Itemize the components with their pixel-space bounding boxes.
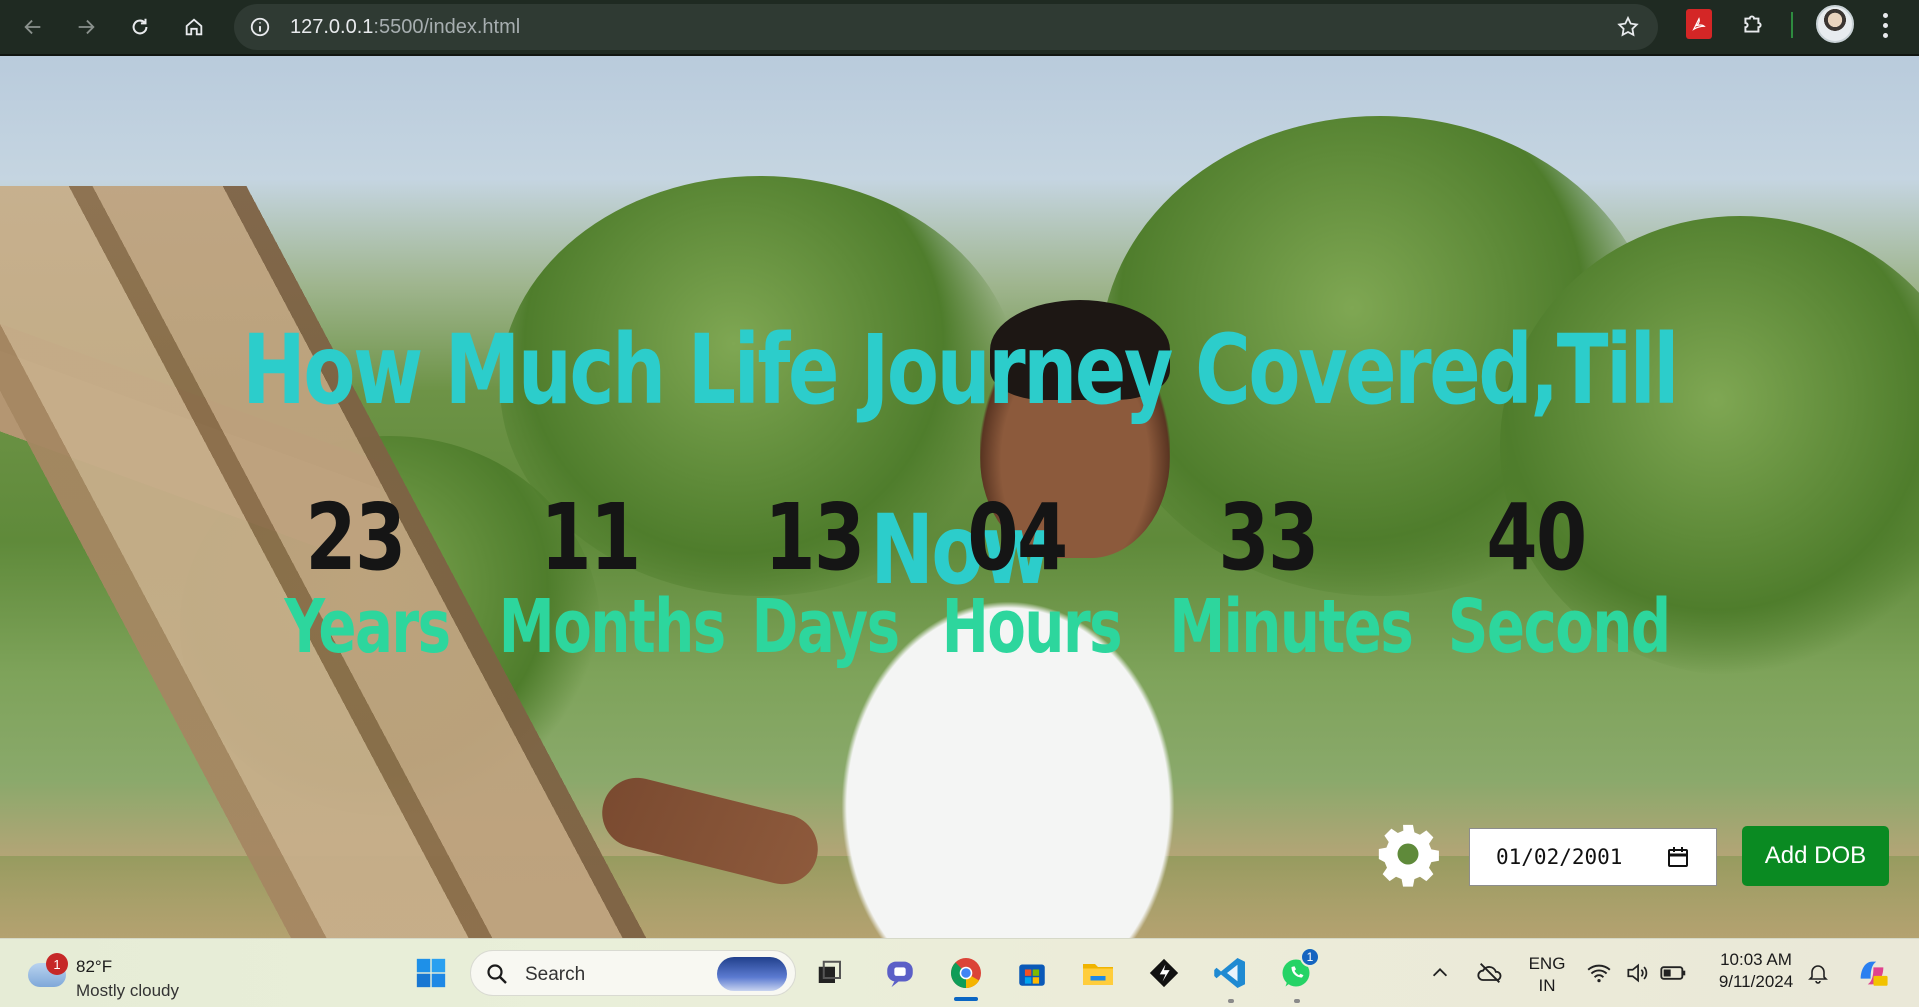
counter-minutes: 33 Minutes (1138, 484, 1414, 670)
notification-bell-icon[interactable] (1800, 951, 1836, 995)
region-code: IN (1538, 976, 1556, 995)
dev-tool-icon[interactable] (1142, 951, 1186, 995)
weather-badge: 1 (46, 953, 68, 975)
bookmark-star-icon[interactable] (1614, 13, 1642, 41)
url-text[interactable]: 127.0.0.1:5500/index.html (290, 16, 520, 39)
extensions-puzzle-icon[interactable] (1738, 9, 1768, 39)
counter-hours: 04 Hours (918, 484, 1123, 670)
weather-widget[interactable]: 1 82°F Mostly cloudy (22, 945, 202, 1003)
clock[interactable]: 10:03 AM 9/11/2024 (1706, 949, 1806, 993)
taskbar-search[interactable]: Search (470, 950, 796, 996)
back-icon (24, 19, 41, 35)
copilot-icon[interactable] (1850, 951, 1894, 995)
browser-toolbar: 127.0.0.1:5500/index.html (0, 0, 1919, 56)
search-icon (487, 964, 507, 984)
days-value: 13 (764, 484, 865, 591)
file-explorer-icon[interactable] (1076, 951, 1120, 995)
settings-gear-icon[interactable] (1372, 818, 1444, 890)
whatsapp-open-indicator (1294, 999, 1300, 1003)
profile-avatar[interactable] (1816, 5, 1854, 43)
home-button[interactable] (175, 8, 213, 46)
menu-kebab-icon[interactable] (1878, 10, 1892, 40)
teams-chat-icon[interactable] (878, 951, 922, 995)
chrome-icon[interactable] (944, 951, 988, 995)
task-view-icon[interactable] (808, 951, 852, 995)
home-icon (185, 18, 203, 36)
minutes-label: Minutes (1169, 584, 1414, 670)
toolbar-divider (1791, 12, 1793, 38)
search-placeholder: Search (525, 964, 586, 985)
hours-value: 04 (967, 484, 1068, 591)
forward-icon (78, 19, 95, 35)
page-title: How Much Life Journey Covered,Till Now (242, 314, 1679, 606)
months-label: Months (498, 584, 726, 670)
months-value: 11 (540, 484, 641, 591)
clock-date: 9/11/2024 (1718, 972, 1794, 991)
days-label: Days (751, 584, 900, 670)
seconds-label: Second (1447, 584, 1671, 670)
weather-temp: 82°F (76, 957, 113, 976)
volume-icon[interactable] (1620, 951, 1654, 995)
whatsapp-badge: 1 (1300, 947, 1320, 967)
onedrive-offline-icon[interactable] (1468, 951, 1512, 995)
vscode-icon[interactable] (1208, 951, 1252, 995)
url-host: 127.0.0.1 (290, 16, 374, 38)
chevron-up-icon[interactable] (1418, 951, 1462, 995)
language-indicator[interactable]: ENG IN (1526, 953, 1568, 997)
address-bar[interactable]: 127.0.0.1:5500/index.html (234, 4, 1658, 50)
vscode-open-indicator (1228, 999, 1234, 1003)
wifi-icon[interactable] (1582, 951, 1616, 995)
search-highlight-image (717, 957, 787, 991)
url-path: :5500/index.html (373, 16, 521, 38)
microsoft-store-icon[interactable] (1010, 951, 1054, 995)
years-label: Years (284, 584, 451, 670)
windows-start-icon[interactable] (409, 951, 453, 995)
windows-taskbar: 1 82°F Mostly cloudy Search 1 ENG IN 10:… (0, 938, 1919, 1007)
counter-days: 13 Days (732, 484, 900, 670)
dob-value: 01/02/2001 (1496, 845, 1623, 869)
battery-icon[interactable] (1656, 951, 1690, 995)
counter-months: 11 Months (470, 484, 726, 670)
site-info-icon[interactable] (246, 13, 274, 41)
language-code: ENG (1528, 954, 1566, 973)
chrome-active-indicator (954, 997, 978, 1001)
add-dob-button[interactable]: Add DOB (1742, 826, 1889, 886)
minutes-value: 33 (1218, 484, 1319, 591)
counter-seconds: 40 Second (1420, 484, 1671, 670)
back-button[interactable] (14, 8, 52, 46)
reload-icon (132, 18, 148, 35)
counter-years: 23 Years (262, 484, 451, 670)
forward-button[interactable] (67, 8, 105, 46)
reload-button[interactable] (121, 8, 159, 46)
seconds-value: 40 (1486, 484, 1587, 591)
dob-date-input[interactable]: 01/02/2001 (1469, 828, 1717, 886)
calendar-icon[interactable] (1666, 845, 1690, 869)
hours-label: Hours (941, 584, 1123, 670)
pdf-extension-icon[interactable] (1686, 9, 1712, 39)
weather-condition: Mostly cloudy (76, 981, 179, 1000)
years-value: 23 (305, 484, 406, 591)
clock-time: 10:03 AM (1720, 950, 1792, 969)
